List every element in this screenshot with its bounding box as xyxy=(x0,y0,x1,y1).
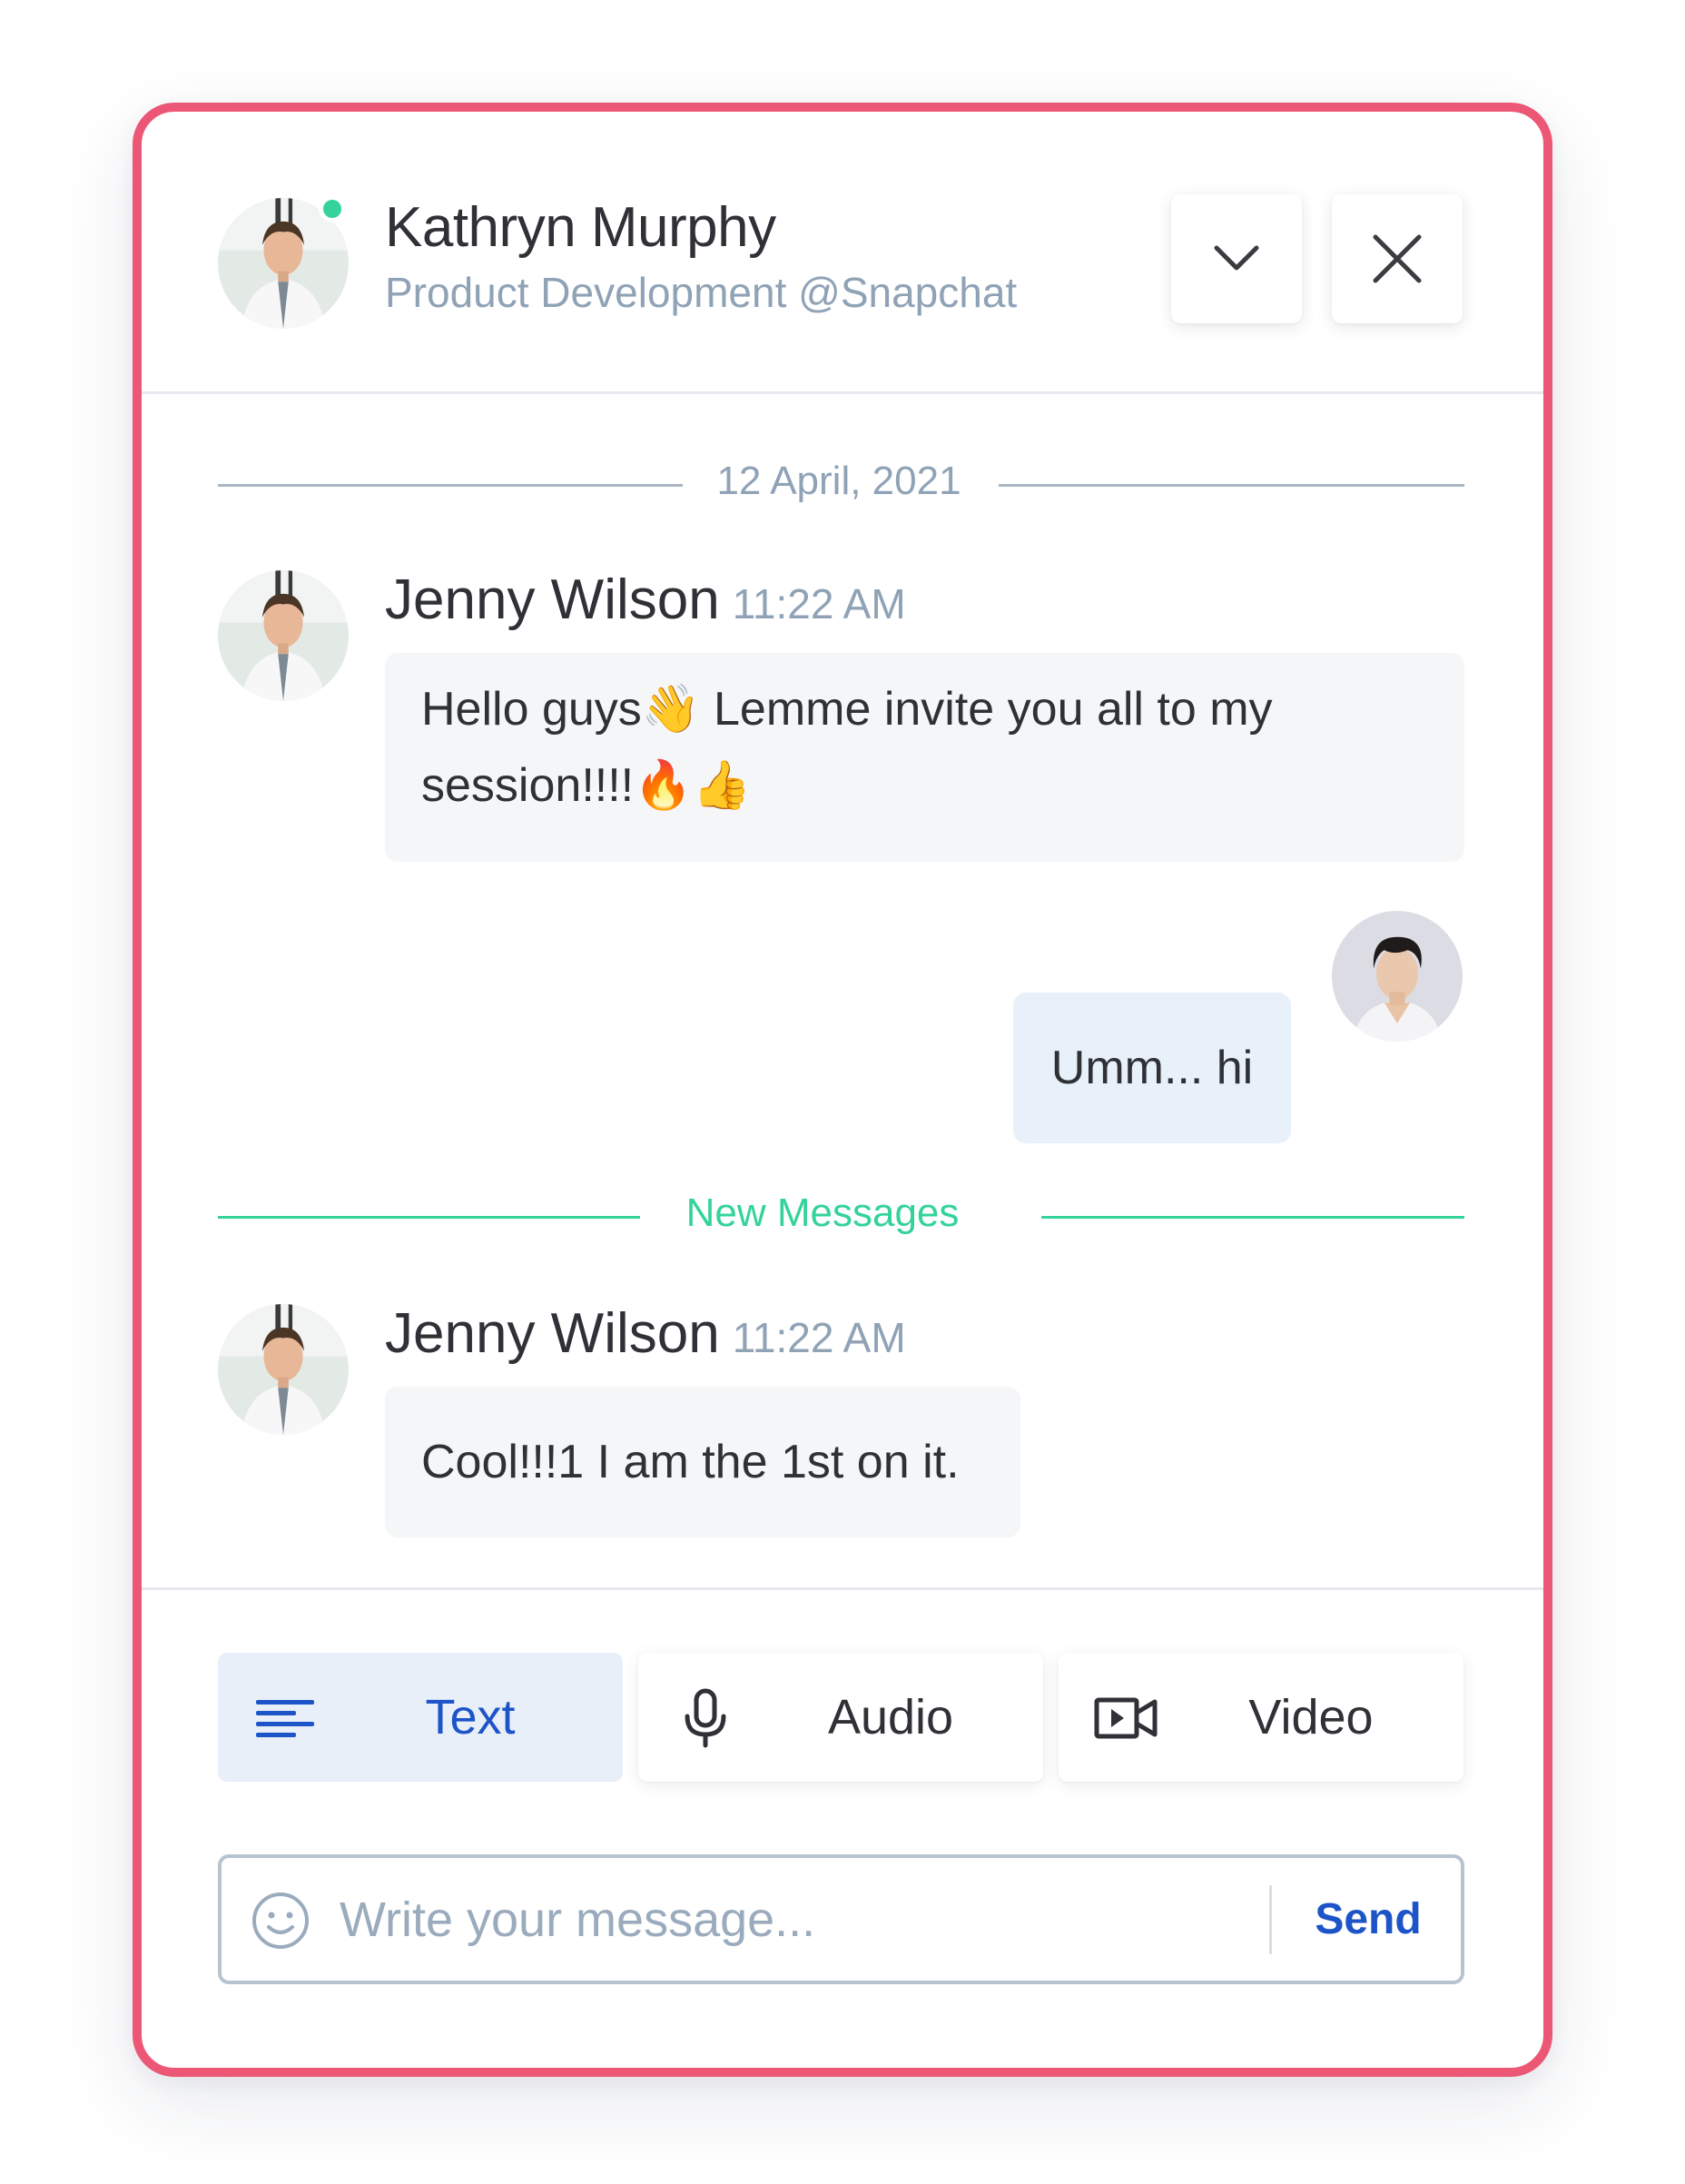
message-author-line: Jenny Wilson 11:22 AM xyxy=(385,568,906,632)
contact-name: Kathryn Murphy xyxy=(385,196,776,259)
chevron-down-icon xyxy=(1214,245,1259,271)
own-message-bubble: Umm... hi xyxy=(1013,993,1291,1143)
video-mode-label: Video xyxy=(1248,1690,1374,1744)
close-icon xyxy=(1373,234,1422,283)
new-messages-divider: New Messages xyxy=(685,1191,960,1235)
text-mode-button[interactable]: Text xyxy=(218,1653,623,1782)
text-mode-label: Text xyxy=(425,1690,516,1744)
message-text-line-2: session!!!!🔥👍 xyxy=(421,759,752,812)
audio-mode-button[interactable]: Audio xyxy=(638,1653,1043,1782)
date-separator-line-right xyxy=(999,484,1464,487)
message-author: Jenny Wilson xyxy=(385,1302,720,1365)
own-avatar[interactable] xyxy=(1332,911,1463,1042)
message-avatar[interactable] xyxy=(218,1304,349,1435)
message-author: Jenny Wilson xyxy=(385,568,720,631)
online-status-dot xyxy=(319,195,346,222)
chat-header: Kathryn Murphy Product Development @Snap… xyxy=(142,112,1543,394)
stage: Kathryn Murphy Product Development @Snap… xyxy=(0,0,1685,2184)
message-text-line-1: Hello guys👋 Lemme invite you all to my xyxy=(421,683,1273,736)
message-time: 11:22 AM xyxy=(732,1314,906,1361)
date-separator-line-left xyxy=(218,484,683,487)
microphone-icon xyxy=(685,1688,726,1748)
date-separator: 12 April, 2021 xyxy=(716,459,961,503)
message-bubble: Cool!!!1 I am the 1st on it. xyxy=(385,1387,1020,1537)
text-lines-icon xyxy=(256,1700,314,1737)
composer-divider xyxy=(142,1587,1543,1590)
video-camera-icon xyxy=(1094,1697,1158,1739)
message-avatar[interactable] xyxy=(218,570,349,701)
message-bubble: Hello guys👋 Lemme invite you all to my s… xyxy=(385,653,1464,862)
chat-window: Kathryn Murphy Product Development @Snap… xyxy=(133,103,1552,2077)
message-time: 11:22 AM xyxy=(732,580,906,628)
message-author-line: Jenny Wilson 11:22 AM xyxy=(385,1301,906,1366)
message-composer: Send xyxy=(218,1854,1464,1984)
collapse-button[interactable] xyxy=(1171,194,1302,323)
new-messages-line-left xyxy=(218,1216,640,1219)
new-messages-line-right xyxy=(1041,1216,1464,1219)
contact-subtitle: Product Development @Snapchat xyxy=(385,269,1018,316)
message-input[interactable] xyxy=(340,1867,1247,1972)
smiley-icon[interactable] xyxy=(251,1891,310,1951)
message-text: Cool!!!1 I am the 1st on it. xyxy=(421,1436,960,1488)
own-message-text: Umm... hi xyxy=(1050,1042,1254,1094)
video-mode-button[interactable]: Video xyxy=(1059,1653,1463,1782)
audio-mode-label: Audio xyxy=(827,1690,954,1744)
close-button[interactable] xyxy=(1332,194,1463,323)
send-button[interactable]: Send xyxy=(1272,1858,1464,1981)
